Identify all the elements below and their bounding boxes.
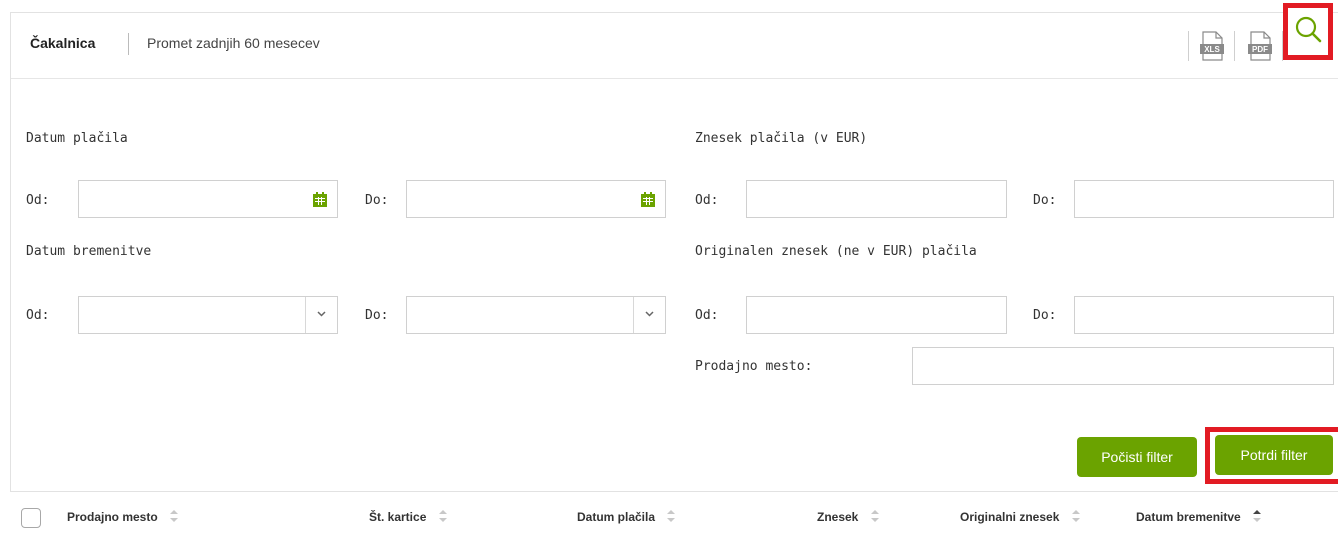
column-header-znesek[interactable]: Znesek [817, 509, 880, 525]
pdf-label: PDF [1252, 45, 1268, 54]
pdf-export-icon[interactable]: PDF [1248, 31, 1272, 61]
chevron-down-icon [317, 311, 326, 317]
dropdown-toggle[interactable] [633, 297, 665, 333]
xls-label: XLS [1204, 45, 1220, 54]
column-header-datum-placila[interactable]: Datum plačila [577, 509, 676, 525]
original-amount-to-label: Do: [1033, 308, 1057, 323]
charge-date-from-select[interactable] [78, 296, 338, 334]
amount-eur-to-input[interactable] [1074, 180, 1334, 218]
payment-date-to-input[interactable] [406, 180, 666, 218]
original-amount-from-input[interactable] [746, 296, 1007, 334]
confirm-filter-button[interactable]: Potrdi filter [1215, 435, 1333, 475]
charge-date-to-label: Do: [365, 308, 389, 323]
column-label: Prodajno mesto [67, 510, 158, 524]
search-highlight [1283, 3, 1333, 60]
original-amount-from-label: Od: [695, 308, 719, 323]
search-icon[interactable] [1293, 14, 1323, 44]
filter-panel: Čakalnica Promet zadnjih 60 mesecev XLS … [10, 12, 1338, 492]
charge-date-from-label: Od: [26, 308, 50, 323]
select-all-checkbox[interactable] [21, 508, 41, 528]
payment-date-to-label: Do: [365, 193, 389, 208]
header-divider [1234, 31, 1235, 61]
point-of-sale-label: Prodajno mesto: [695, 359, 813, 374]
original-amount-title: Originalen znesek (ne v EUR) plačila [695, 244, 977, 259]
point-of-sale-input[interactable] [912, 347, 1334, 385]
dropdown-toggle[interactable] [305, 297, 337, 333]
sort-icon[interactable] [870, 509, 880, 523]
sort-icon[interactable] [438, 509, 448, 523]
amount-eur-from-label: Od: [695, 193, 719, 208]
xls-export-icon[interactable]: XLS [1200, 31, 1224, 61]
column-header-datum-bremenitve[interactable]: Datum bremenitve [1136, 509, 1262, 525]
amount-eur-from-input[interactable] [746, 180, 1007, 218]
calendar-icon[interactable] [313, 192, 327, 207]
column-label: Originalni znesek [960, 510, 1060, 524]
original-amount-to-input[interactable] [1074, 296, 1334, 334]
column-header-st-kartice[interactable]: Št. kartice [369, 509, 448, 525]
table-header: Prodajno mesto Št. kartice Datum plačila… [0, 495, 1338, 539]
panel-header: Čakalnica Promet zadnjih 60 mesecev XLS … [11, 13, 1338, 79]
chevron-down-icon [645, 311, 654, 317]
column-label: Znesek [817, 510, 859, 524]
column-label: Datum plačila [577, 510, 656, 524]
amount-eur-to-label: Do: [1033, 193, 1057, 208]
clear-filter-button[interactable]: Počisti filter [1077, 437, 1197, 477]
header-divider [1188, 31, 1189, 61]
sort-icon[interactable] [169, 509, 179, 523]
amount-eur-title: Znesek plačila (v EUR) [695, 131, 868, 146]
sort-asc-icon[interactable] [1252, 509, 1262, 523]
charge-date-title: Datum bremenitve [26, 244, 152, 259]
tab-cakalnica[interactable]: Čakalnica [30, 35, 95, 51]
column-header-originalni-znesek[interactable]: Originalni znesek [960, 509, 1081, 525]
confirm-highlight: Potrdi filter [1205, 427, 1338, 484]
tab-divider [128, 33, 129, 55]
payment-date-from-input[interactable] [78, 180, 338, 218]
sort-icon[interactable] [666, 509, 676, 523]
calendar-icon[interactable] [641, 192, 655, 207]
charge-date-to-select[interactable] [406, 296, 666, 334]
sort-icon[interactable] [1071, 509, 1081, 523]
payment-date-from-label: Od: [26, 193, 50, 208]
column-label: Št. kartice [369, 510, 427, 524]
tab-promet-60[interactable]: Promet zadnjih 60 mesecev [147, 35, 320, 51]
payment-date-title: Datum plačila [26, 131, 128, 146]
column-label: Datum bremenitve [1136, 510, 1241, 524]
column-header-prodajno-mesto[interactable]: Prodajno mesto [67, 509, 179, 525]
